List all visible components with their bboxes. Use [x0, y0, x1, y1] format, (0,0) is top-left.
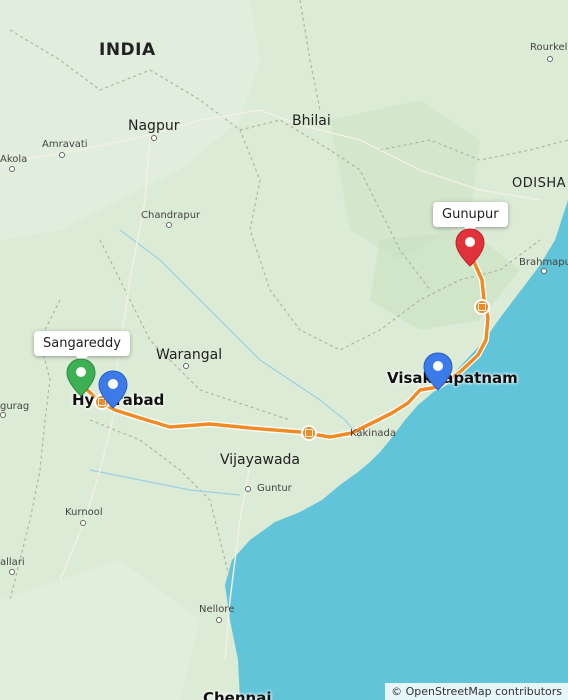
city-dot-rourkela	[547, 56, 553, 62]
city-label-vijayawada: Vijayawada	[220, 452, 300, 468]
toll-icon[interactable]	[301, 425, 317, 441]
city-label-rourkela: Rourkela	[530, 42, 568, 53]
city-dot-guntur	[245, 486, 251, 492]
map-canvas[interactable]: INDIA ODISHA Nagpur Bhilai Rourkela Amra…	[0, 0, 568, 700]
city-label-akola: Akola	[0, 154, 28, 165]
city-label-warangal: Warangal	[156, 347, 223, 363]
city-dot-akola	[9, 166, 15, 172]
city-dot-warangal	[183, 363, 189, 369]
state-label-odisha: ODISHA	[512, 176, 566, 191]
city-label-kurnool: Kurnool	[65, 507, 103, 518]
waypoint-pin-icon[interactable]	[98, 370, 128, 410]
city-label-kakinada: Kakinada	[350, 428, 397, 439]
map-attribution[interactable]: © OpenStreetMap contributors	[385, 683, 568, 700]
city-dot-ballari	[9, 569, 15, 575]
city-label-chandrapur: Chandrapur	[141, 210, 201, 221]
city-dot-brahmapur	[541, 268, 547, 274]
toll-icon[interactable]	[474, 299, 490, 315]
city-label-nellore: Nellore	[199, 604, 235, 615]
city-label-amravati: Amravati	[42, 139, 88, 150]
city-label-guntur: Guntur	[257, 483, 292, 494]
end-pin-icon[interactable]	[455, 228, 485, 268]
city-dot-chandrapur	[166, 222, 172, 228]
waypoint-pin-icon[interactable]	[423, 352, 453, 392]
city-dot-amravati	[59, 152, 65, 158]
city-label-chennai: Chennai	[203, 689, 272, 700]
city-label-gurag: gurag	[0, 401, 30, 412]
city-label-brahmapur: Brahmapur	[519, 257, 568, 268]
callout-sangareddy[interactable]: Sangareddy	[34, 331, 130, 362]
city-label-nagpur: Nagpur	[128, 118, 180, 134]
country-label: INDIA	[99, 40, 156, 60]
city-label-ballari: allari	[0, 557, 25, 568]
city-dot-gurag	[0, 412, 6, 418]
city-label-bhilai: Bhilai	[292, 113, 331, 129]
start-pin-icon[interactable]	[66, 358, 96, 398]
city-dot-nagpur	[151, 135, 157, 141]
city-dot-nellore	[216, 617, 222, 623]
callout-gunupur[interactable]: Gunupur	[433, 202, 508, 233]
city-dot-kurnool	[80, 520, 86, 526]
